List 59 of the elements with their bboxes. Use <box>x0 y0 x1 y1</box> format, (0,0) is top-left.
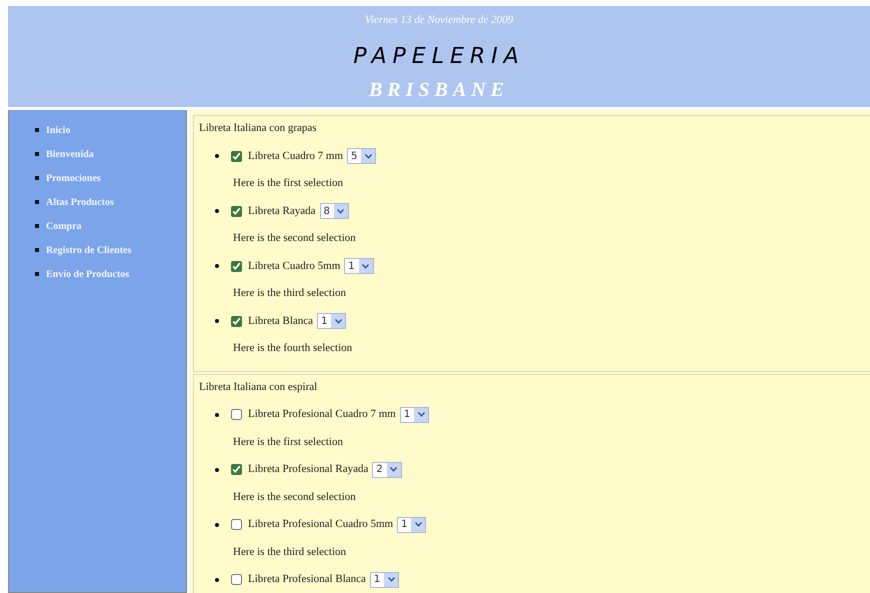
item-label: Libreta Profesional Blanca <box>248 572 366 588</box>
quantity-select[interactable]: 1 <box>400 406 430 422</box>
selection-note: Here is the third selection <box>233 544 346 560</box>
item-checkbox[interactable] <box>231 260 242 272</box>
item-checkbox[interactable] <box>231 574 242 585</box>
bullet-icon <box>35 200 39 204</box>
item-checkbox[interactable] <box>231 519 242 530</box>
item-label: Libreta Profesional Cuadro 5mm <box>248 517 394 532</box>
bullet-icon <box>215 319 219 323</box>
bullet-icon <box>35 176 39 180</box>
selection-note: Here is the second selection <box>233 231 356 246</box>
chevron-icon <box>388 577 395 582</box>
date-text: Viernes 13 de Noviembre de 2009 <box>364 14 514 26</box>
item-label: Libreta Blanca <box>248 314 314 329</box>
quantity-select[interactable]: 8 <box>320 203 349 219</box>
group-legend: Libreta Italiana con espiral <box>199 378 318 395</box>
bullet-icon <box>35 224 39 228</box>
chevron-icon <box>390 467 398 472</box>
item-label: Libreta Profesional Cuadro 7 mm <box>248 407 396 422</box>
item-checkbox[interactable] <box>231 150 242 162</box>
selection-note: Here is the third selection <box>233 286 346 302</box>
bullet-icon <box>35 248 39 252</box>
item-label: Libreta Cuadro 5mm <box>248 258 340 274</box>
selection-note: Here is the first selection <box>233 176 343 192</box>
chevron-icon <box>337 208 344 214</box>
item-checkbox[interactable] <box>231 464 242 475</box>
selection-note: Here is the first selection <box>233 434 343 450</box>
bullet-icon <box>215 468 219 472</box>
item-checkbox[interactable] <box>231 409 242 420</box>
group-legend: Libreta Italiana con grapas <box>199 120 317 136</box>
chevron-icon <box>334 318 342 324</box>
bullet-icon <box>215 412 219 416</box>
chevron-icon <box>414 522 422 527</box>
quantity-select[interactable]: 2 <box>372 462 402 478</box>
bullet-icon <box>35 128 39 132</box>
chevron-icon <box>362 264 370 268</box>
chevron-icon <box>418 412 425 417</box>
quantity-select[interactable]: 1 <box>370 572 400 588</box>
bullet-icon <box>215 209 219 213</box>
selection-note: Here is the fourth selection <box>233 341 352 356</box>
item-checkbox[interactable] <box>231 206 242 216</box>
item-label: Libreta Cuadro 7 mm <box>248 148 344 164</box>
bullet-icon <box>35 272 39 276</box>
chevron-icon <box>364 154 372 158</box>
quantity-select[interactable]: 1 <box>344 258 374 274</box>
bullet-icon <box>215 522 219 526</box>
site-subtitle: BRISBANE <box>368 78 510 102</box>
item-label: Libreta Profesional Rayada <box>248 462 368 478</box>
bullet-icon <box>215 578 219 582</box>
bullet-icon <box>215 264 219 268</box>
quantity-select[interactable]: 1 <box>317 313 346 329</box>
selection-note: Here is the second selection <box>233 490 356 505</box>
bullet-icon <box>215 154 219 158</box>
site-title: PAPELERIA <box>353 44 525 69</box>
item-label: Libreta Rayada <box>248 204 316 219</box>
item-checkbox[interactable] <box>231 316 242 326</box>
bullet-icon <box>35 152 39 156</box>
quantity-select[interactable]: 5 <box>347 148 376 164</box>
quantity-select[interactable]: 1 <box>397 516 426 532</box>
